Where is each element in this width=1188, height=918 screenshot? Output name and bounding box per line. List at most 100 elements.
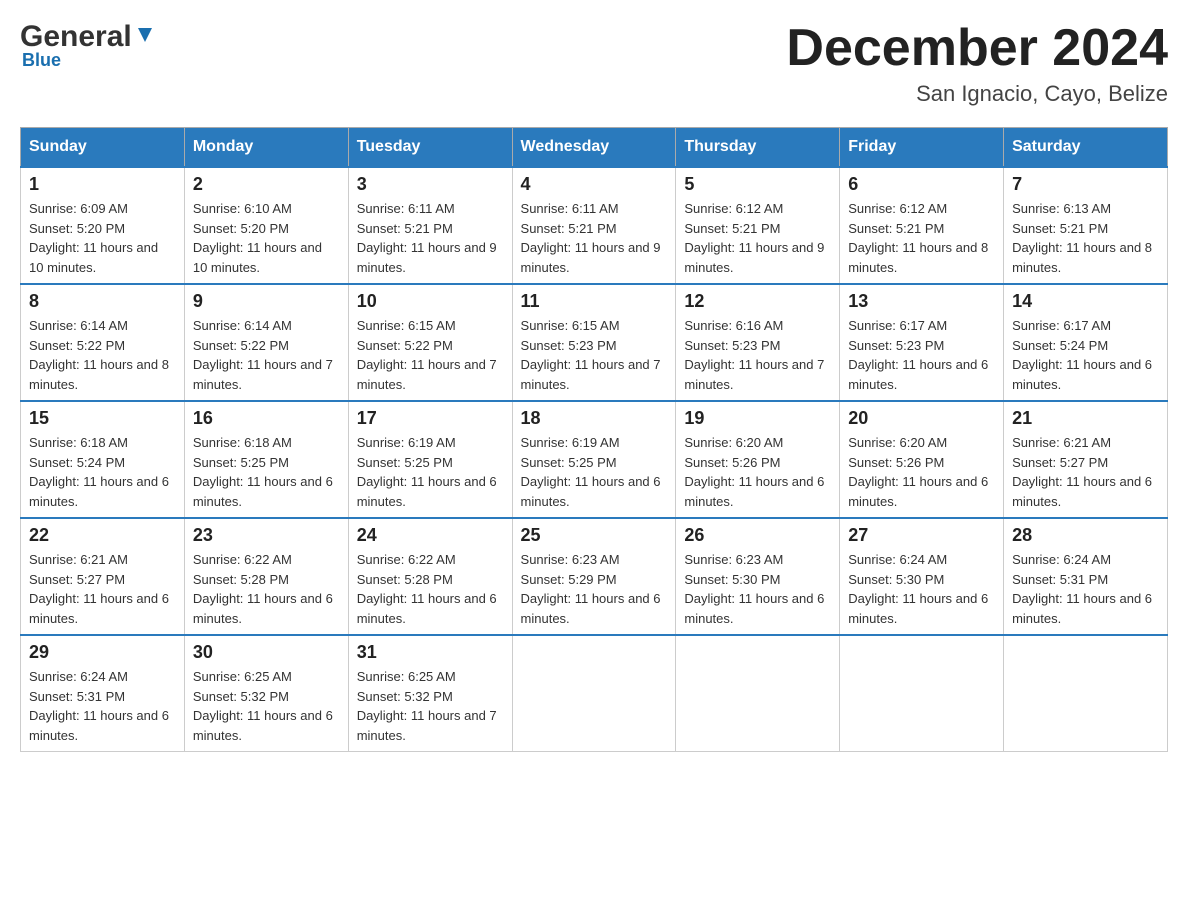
calendar-cell: 26 Sunrise: 6:23 AM Sunset: 5:30 PM Dayl… (676, 518, 840, 635)
day-info: Sunrise: 6:11 AM Sunset: 5:21 PM Dayligh… (357, 199, 504, 277)
col-wednesday: Wednesday (512, 128, 676, 168)
sunrise-label: Sunrise: 6:11 AM (521, 201, 619, 216)
daylight-label: Daylight: 11 hours and 7 minutes. (684, 357, 824, 392)
day-info: Sunrise: 6:17 AM Sunset: 5:24 PM Dayligh… (1012, 316, 1159, 394)
daylight-label: Daylight: 11 hours and 8 minutes. (848, 240, 988, 275)
week-row-3: 15 Sunrise: 6:18 AM Sunset: 5:24 PM Dayl… (21, 401, 1168, 518)
sunset-label: Sunset: 5:25 PM (357, 455, 453, 470)
daylight-label: Daylight: 11 hours and 6 minutes. (521, 474, 661, 509)
sunset-label: Sunset: 5:28 PM (357, 572, 453, 587)
calendar-cell: 23 Sunrise: 6:22 AM Sunset: 5:28 PM Dayl… (184, 518, 348, 635)
sunset-label: Sunset: 5:21 PM (357, 221, 453, 236)
sunrise-label: Sunrise: 6:15 AM (357, 318, 456, 333)
day-info: Sunrise: 6:18 AM Sunset: 5:25 PM Dayligh… (193, 433, 340, 511)
sunrise-label: Sunrise: 6:15 AM (521, 318, 620, 333)
calendar-cell: 25 Sunrise: 6:23 AM Sunset: 5:29 PM Dayl… (512, 518, 676, 635)
sunrise-label: Sunrise: 6:20 AM (684, 435, 783, 450)
calendar-cell: 18 Sunrise: 6:19 AM Sunset: 5:25 PM Dayl… (512, 401, 676, 518)
calendar-cell (676, 635, 840, 752)
sunset-label: Sunset: 5:21 PM (1012, 221, 1108, 236)
calendar-cell: 13 Sunrise: 6:17 AM Sunset: 5:23 PM Dayl… (840, 284, 1004, 401)
day-number: 14 (1012, 291, 1159, 312)
daylight-label: Daylight: 11 hours and 6 minutes. (29, 474, 169, 509)
sunset-label: Sunset: 5:24 PM (29, 455, 125, 470)
day-info: Sunrise: 6:24 AM Sunset: 5:31 PM Dayligh… (29, 667, 176, 745)
sunrise-label: Sunrise: 6:24 AM (29, 669, 128, 684)
sunrise-label: Sunrise: 6:21 AM (29, 552, 128, 567)
daylight-label: Daylight: 11 hours and 6 minutes. (193, 708, 333, 743)
calendar-cell: 30 Sunrise: 6:25 AM Sunset: 5:32 PM Dayl… (184, 635, 348, 752)
calendar-cell (512, 635, 676, 752)
day-number: 18 (521, 408, 668, 429)
daylight-label: Daylight: 11 hours and 6 minutes. (684, 591, 824, 626)
day-info: Sunrise: 6:23 AM Sunset: 5:30 PM Dayligh… (684, 550, 831, 628)
col-friday: Friday (840, 128, 1004, 168)
sunrise-label: Sunrise: 6:24 AM (848, 552, 947, 567)
calendar-cell: 8 Sunrise: 6:14 AM Sunset: 5:22 PM Dayli… (21, 284, 185, 401)
daylight-label: Daylight: 11 hours and 6 minutes. (1012, 591, 1152, 626)
sunset-label: Sunset: 5:21 PM (521, 221, 617, 236)
day-number: 16 (193, 408, 340, 429)
day-info: Sunrise: 6:16 AM Sunset: 5:23 PM Dayligh… (684, 316, 831, 394)
day-number: 28 (1012, 525, 1159, 546)
day-info: Sunrise: 6:23 AM Sunset: 5:29 PM Dayligh… (521, 550, 668, 628)
daylight-label: Daylight: 11 hours and 8 minutes. (29, 357, 169, 392)
daylight-label: Daylight: 11 hours and 10 minutes. (193, 240, 322, 275)
week-row-5: 29 Sunrise: 6:24 AM Sunset: 5:31 PM Dayl… (21, 635, 1168, 752)
daylight-label: Daylight: 11 hours and 6 minutes. (193, 474, 333, 509)
day-info: Sunrise: 6:14 AM Sunset: 5:22 PM Dayligh… (29, 316, 176, 394)
sunset-label: Sunset: 5:25 PM (521, 455, 617, 470)
sunrise-label: Sunrise: 6:25 AM (357, 669, 456, 684)
day-info: Sunrise: 6:09 AM Sunset: 5:20 PM Dayligh… (29, 199, 176, 277)
sunset-label: Sunset: 5:32 PM (193, 689, 289, 704)
sunrise-label: Sunrise: 6:23 AM (521, 552, 620, 567)
calendar-cell: 4 Sunrise: 6:11 AM Sunset: 5:21 PM Dayli… (512, 167, 676, 284)
day-info: Sunrise: 6:21 AM Sunset: 5:27 PM Dayligh… (29, 550, 176, 628)
logo-brand: General (20, 20, 132, 54)
sunset-label: Sunset: 5:30 PM (848, 572, 944, 587)
sunset-label: Sunset: 5:24 PM (1012, 338, 1108, 353)
calendar-cell (840, 635, 1004, 752)
day-number: 27 (848, 525, 995, 546)
calendar-cell: 5 Sunrise: 6:12 AM Sunset: 5:21 PM Dayli… (676, 167, 840, 284)
sunrise-label: Sunrise: 6:19 AM (357, 435, 456, 450)
daylight-label: Daylight: 11 hours and 6 minutes. (1012, 357, 1152, 392)
sunset-label: Sunset: 5:31 PM (1012, 572, 1108, 587)
calendar-cell: 19 Sunrise: 6:20 AM Sunset: 5:26 PM Dayl… (676, 401, 840, 518)
daylight-label: Daylight: 11 hours and 9 minutes. (684, 240, 824, 275)
day-number: 20 (848, 408, 995, 429)
calendar-cell: 16 Sunrise: 6:18 AM Sunset: 5:25 PM Dayl… (184, 401, 348, 518)
sunset-label: Sunset: 5:25 PM (193, 455, 289, 470)
calendar-cell: 20 Sunrise: 6:20 AM Sunset: 5:26 PM Dayl… (840, 401, 1004, 518)
day-info: Sunrise: 6:19 AM Sunset: 5:25 PM Dayligh… (357, 433, 504, 511)
sunset-label: Sunset: 5:21 PM (684, 221, 780, 236)
day-number: 13 (848, 291, 995, 312)
day-number: 6 (848, 174, 995, 195)
week-row-2: 8 Sunrise: 6:14 AM Sunset: 5:22 PM Dayli… (21, 284, 1168, 401)
day-info: Sunrise: 6:25 AM Sunset: 5:32 PM Dayligh… (193, 667, 340, 745)
sunset-label: Sunset: 5:22 PM (193, 338, 289, 353)
calendar-cell: 1 Sunrise: 6:09 AM Sunset: 5:20 PM Dayli… (21, 167, 185, 284)
calendar-cell: 3 Sunrise: 6:11 AM Sunset: 5:21 PM Dayli… (348, 167, 512, 284)
daylight-label: Daylight: 11 hours and 8 minutes. (1012, 240, 1152, 275)
calendar-cell: 15 Sunrise: 6:18 AM Sunset: 5:24 PM Dayl… (21, 401, 185, 518)
logo-sub: Blue (22, 50, 61, 71)
daylight-label: Daylight: 11 hours and 6 minutes. (521, 591, 661, 626)
sunset-label: Sunset: 5:28 PM (193, 572, 289, 587)
sunrise-label: Sunrise: 6:13 AM (1012, 201, 1111, 216)
logo: General Blue (20, 20, 156, 71)
sunset-label: Sunset: 5:23 PM (521, 338, 617, 353)
week-row-4: 22 Sunrise: 6:21 AM Sunset: 5:27 PM Dayl… (21, 518, 1168, 635)
col-saturday: Saturday (1004, 128, 1168, 168)
sunrise-label: Sunrise: 6:11 AM (357, 201, 455, 216)
day-info: Sunrise: 6:22 AM Sunset: 5:28 PM Dayligh… (357, 550, 504, 628)
col-sunday: Sunday (21, 128, 185, 168)
day-number: 22 (29, 525, 176, 546)
daylight-label: Daylight: 11 hours and 6 minutes. (848, 357, 988, 392)
calendar-cell (1004, 635, 1168, 752)
day-number: 10 (357, 291, 504, 312)
calendar-cell: 24 Sunrise: 6:22 AM Sunset: 5:28 PM Dayl… (348, 518, 512, 635)
calendar-cell: 21 Sunrise: 6:21 AM Sunset: 5:27 PM Dayl… (1004, 401, 1168, 518)
daylight-label: Daylight: 11 hours and 9 minutes. (521, 240, 661, 275)
sunset-label: Sunset: 5:22 PM (29, 338, 125, 353)
